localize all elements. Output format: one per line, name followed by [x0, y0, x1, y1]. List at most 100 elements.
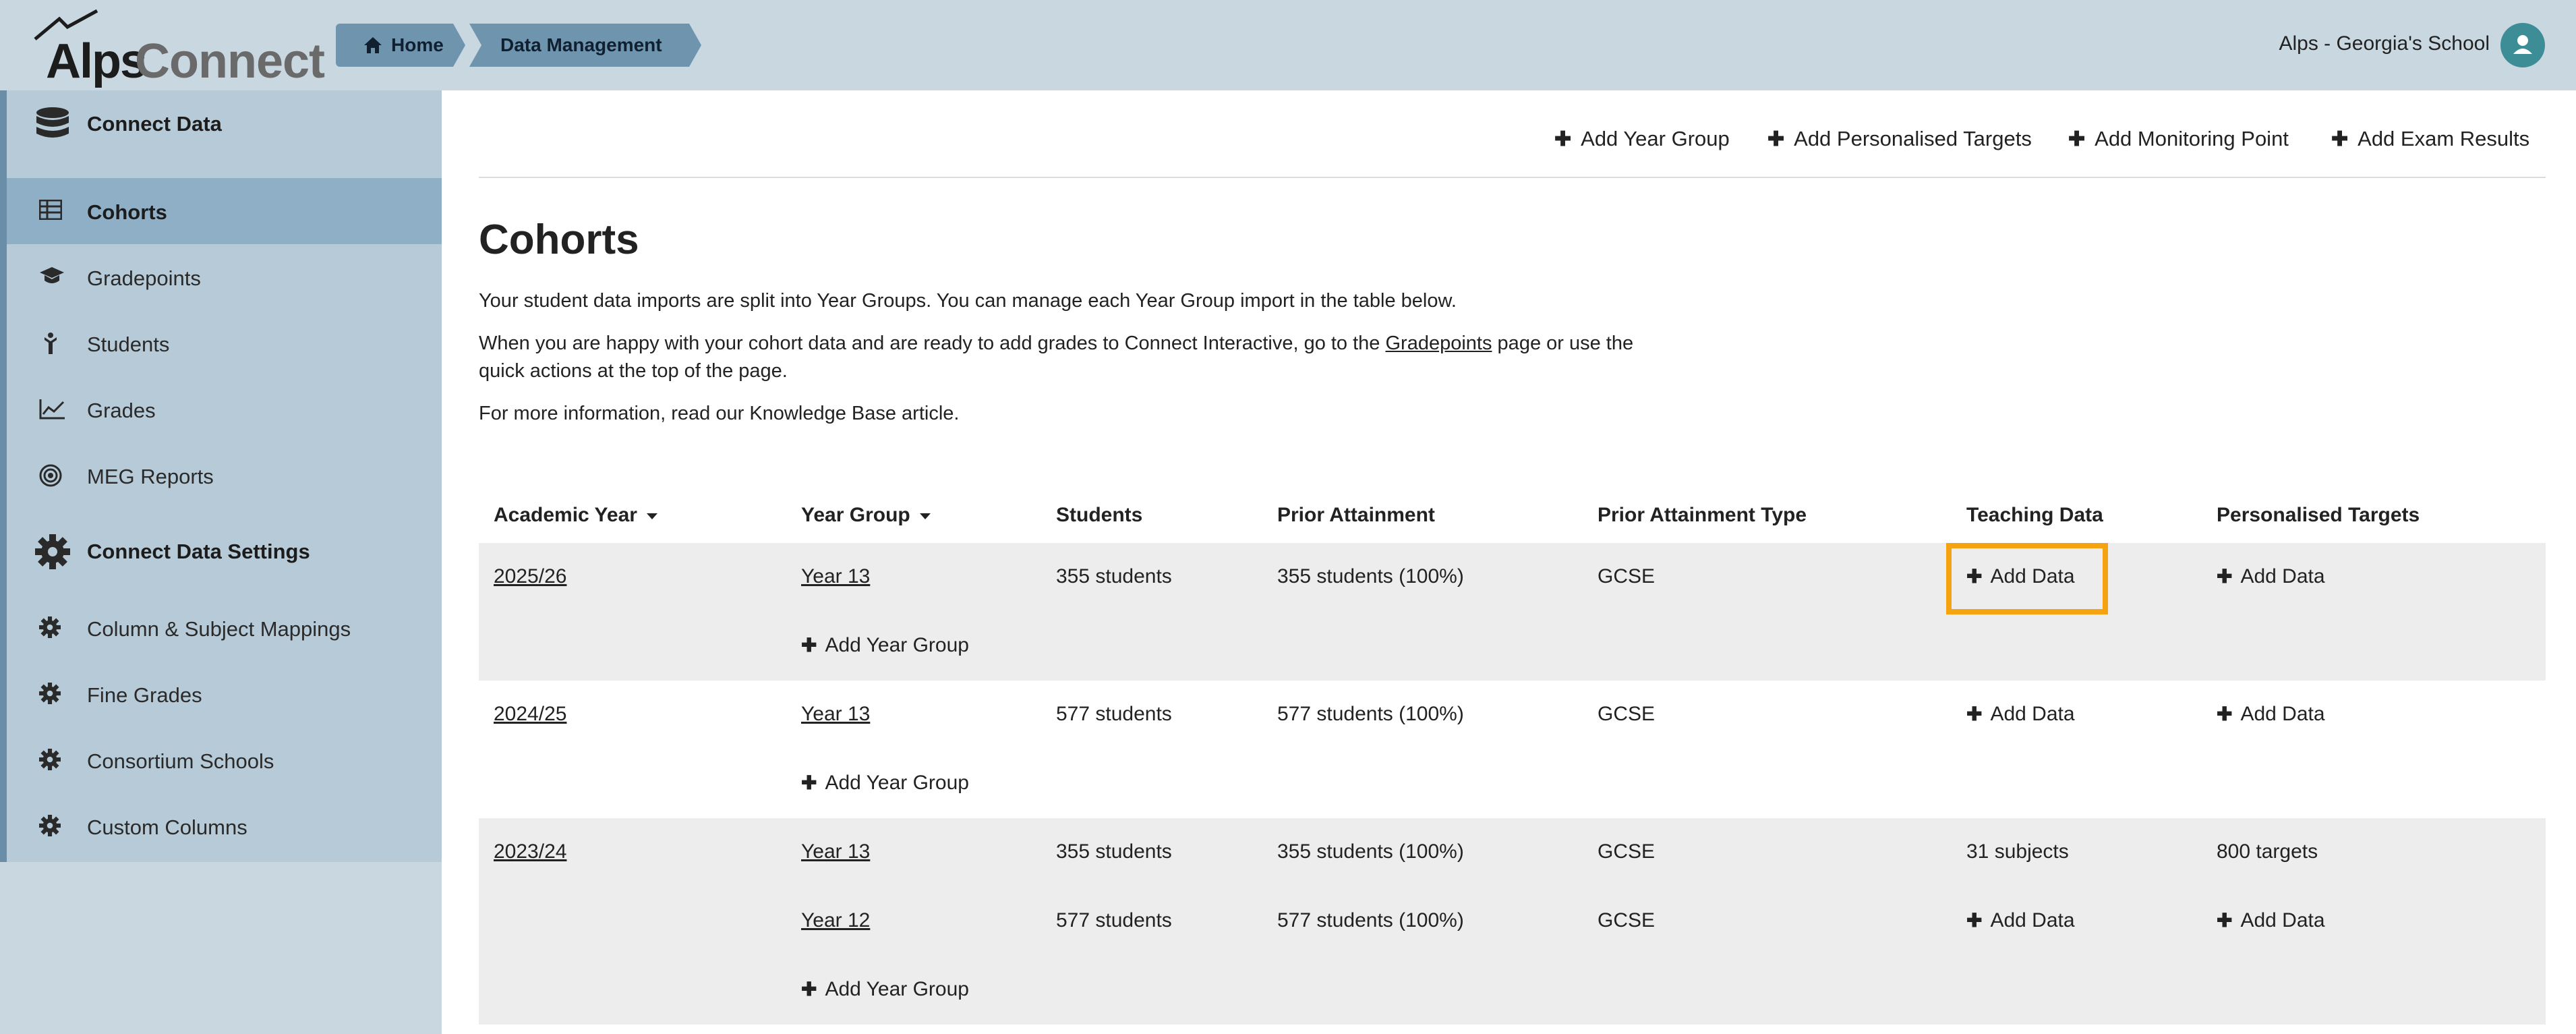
add-data-label: Add Data: [1990, 565, 2075, 587]
add-data-label: Add Data: [2240, 565, 2325, 587]
breadcrumb-data-management[interactable]: Data Management: [469, 24, 701, 67]
prior-attainment-value: 355 students (100%): [1277, 840, 1464, 863]
teaching-data-header: Teaching Data: [1966, 504, 2103, 526]
plus-icon: ✚: [1966, 566, 1983, 587]
students-count: 355 students: [1056, 840, 1172, 863]
academic-year-link[interactable]: 2024/25: [494, 703, 566, 726]
sidebar-item-label: Students: [87, 333, 170, 356]
sidebar-item-fine-grades[interactable]: Fine Grades: [7, 661, 442, 727]
sort-caret-icon: [919, 513, 931, 519]
teaching-data-add-button[interactable]: ✚ Add Data: [1966, 565, 2075, 588]
sidebar-item-label: Fine Grades: [87, 683, 202, 707]
sidebar-item-students[interactable]: Students: [7, 310, 442, 376]
action-label: Add Monitoring Point: [2095, 127, 2289, 150]
knowledge-base-text: For more information, read our Knowledge…: [479, 403, 960, 424]
top-bar: Alps Connect Home Data Management Alps -…: [0, 0, 2576, 90]
add-year-group-action[interactable]: ✚ Add Year Group: [1554, 127, 1730, 151]
logo-connect-text: Connect: [135, 34, 325, 88]
sidebar-heading-connect-data-settings[interactable]: Connect Data Settings: [7, 518, 442, 585]
user-icon: [2513, 35, 2532, 54]
action-label: Add Year Group: [1581, 127, 1730, 150]
gradepoints-link[interactable]: Gradepoints: [1386, 333, 1492, 354]
action-label: Add Exam Results: [2358, 127, 2530, 150]
prior-attainment-value: 577 students (100%): [1277, 703, 1464, 725]
sidebar-item-gradepoints[interactable]: Gradepoints: [7, 244, 442, 310]
students-count: 577 students: [1056, 703, 1172, 725]
plus-icon: ✚: [801, 635, 817, 656]
personalised-targets-value[interactable]: 800 targets: [2217, 840, 2318, 863]
cohort-group-2023-24: 2023/24 Year 13 355 students 355 student…: [479, 818, 2546, 1025]
teaching-data-value[interactable]: 31 subjects: [1966, 840, 2069, 863]
year-group-link[interactable]: Year 12: [801, 909, 870, 932]
prior-attainment-value: 355 students (100%): [1277, 565, 1464, 587]
prior-attainment-type-value: GCSE: [1598, 703, 1656, 725]
intro-text: Your student data imports are split into…: [479, 290, 1457, 312]
add-year-group-button[interactable]: ✚ Add Year Group: [801, 978, 969, 1001]
plus-icon: ✚: [1554, 128, 1572, 150]
add-year-group-button[interactable]: ✚ Add Year Group: [801, 772, 969, 795]
alps-connect-logo[interactable]: Alps Connect: [32, 9, 325, 88]
add-year-group-label: Add Year Group: [825, 978, 969, 1000]
prior-attainment-type-value: GCSE: [1598, 840, 1656, 863]
plus-icon: ✚: [1767, 128, 1785, 150]
guidance-text-start: When you are happy with your cohort data…: [479, 333, 1386, 354]
add-personalised-targets-action[interactable]: ✚ Add Personalised Targets: [1767, 127, 2032, 151]
guidance-text: When you are happy with your cohort data…: [479, 330, 1639, 385]
plus-icon: ✚: [2331, 128, 2349, 150]
teaching-data-add-button[interactable]: ✚ Add Data: [1966, 909, 2075, 932]
add-exam-results-action[interactable]: ✚ Add Exam Results: [2331, 127, 2529, 151]
add-year-group-label: Add Year Group: [825, 772, 969, 794]
sidebar: Connect Data Cohorts Gradepoints Student…: [0, 90, 442, 862]
sidebar-item-meg-reports[interactable]: MEG Reports: [7, 442, 442, 509]
sidebar-heading-label: Connect Data Settings: [87, 540, 310, 563]
teaching-data-add-button[interactable]: ✚ Add Data: [1966, 703, 2075, 726]
year-group-link[interactable]: Year 13: [801, 703, 870, 726]
prior-attainment-type-value: GCSE: [1598, 565, 1656, 587]
add-year-group-label: Add Year Group: [825, 634, 969, 656]
sidebar-item-label: Grades: [87, 399, 156, 422]
personalised-targets-add-button[interactable]: ✚ Add Data: [2217, 703, 2325, 726]
students-count: 577 students: [1056, 909, 1172, 931]
academic-year-header-label: Academic Year: [494, 504, 637, 526]
sidebar-item-consortium-schools[interactable]: Consortium Schools: [7, 727, 442, 793]
sidebar-item-label: Consortium Schools: [87, 749, 274, 773]
user-avatar[interactable]: [2500, 23, 2545, 67]
breadcrumb-home[interactable]: Home: [336, 24, 465, 67]
school-name: Alps - Georgia's School: [2279, 32, 2490, 55]
plus-icon: ✚: [1966, 703, 1983, 724]
logo-alps-text: Alps: [46, 34, 147, 88]
sidebar-item-label: MEG Reports: [87, 465, 214, 488]
year-group-header-label: Year Group: [801, 504, 910, 526]
academic-year-link[interactable]: 2023/24: [494, 840, 566, 863]
student-icon: [45, 333, 57, 354]
academic-year-header[interactable]: Academic Year: [494, 488, 657, 542]
year-group-link[interactable]: Year 13: [801, 840, 870, 863]
sidebar-item-label: Cohorts: [87, 200, 167, 224]
plus-icon: ✚: [2068, 128, 2086, 150]
gear-icon: [35, 534, 70, 569]
sidebar-heading-label: Connect Data: [87, 112, 222, 136]
personalised-targets-add-button[interactable]: ✚ Add Data: [2217, 565, 2325, 588]
academic-year-link[interactable]: 2025/26: [494, 565, 566, 588]
breadcrumb-data-management-label: Data Management: [500, 34, 662, 55]
cohort-group-2025-26: 2025/26 Year 13 355 students 355 student…: [479, 543, 2546, 681]
table-icon: [39, 200, 62, 220]
personalised-targets-header: Personalised Targets: [2217, 504, 2420, 526]
sidebar-item-grades[interactable]: Grades: [7, 376, 442, 442]
prior-attainment-value: 577 students (100%): [1277, 909, 1464, 931]
home-icon: [364, 37, 382, 53]
year-group-header[interactable]: Year Group: [801, 488, 931, 542]
sidebar-item-custom-columns[interactable]: Custom Columns: [7, 793, 442, 859]
plus-icon: ✚: [2217, 910, 2233, 931]
cohort-group-2024-25: 2024/25 Year 13 577 students 577 student…: [479, 681, 2546, 818]
add-monitoring-point-action[interactable]: ✚ Add Monitoring Point: [2068, 127, 2289, 151]
sidebar-item-cohorts[interactable]: Cohorts: [7, 178, 442, 244]
add-year-group-button[interactable]: ✚ Add Year Group: [801, 634, 969, 657]
year-group-link[interactable]: Year 13: [801, 565, 870, 588]
students-count: 355 students: [1056, 565, 1172, 587]
prior-attainment-type-value: GCSE: [1598, 909, 1656, 931]
quick-actions: ✚ Add Year Group ✚ Add Personalised Target…: [442, 90, 2546, 178]
sidebar-item-column-subject-mappings[interactable]: Column & Subject Mappings: [7, 595, 442, 661]
sidebar-heading-connect-data[interactable]: Connect Data: [7, 90, 442, 158]
personalised-targets-add-button[interactable]: ✚ Add Data: [2217, 909, 2325, 932]
